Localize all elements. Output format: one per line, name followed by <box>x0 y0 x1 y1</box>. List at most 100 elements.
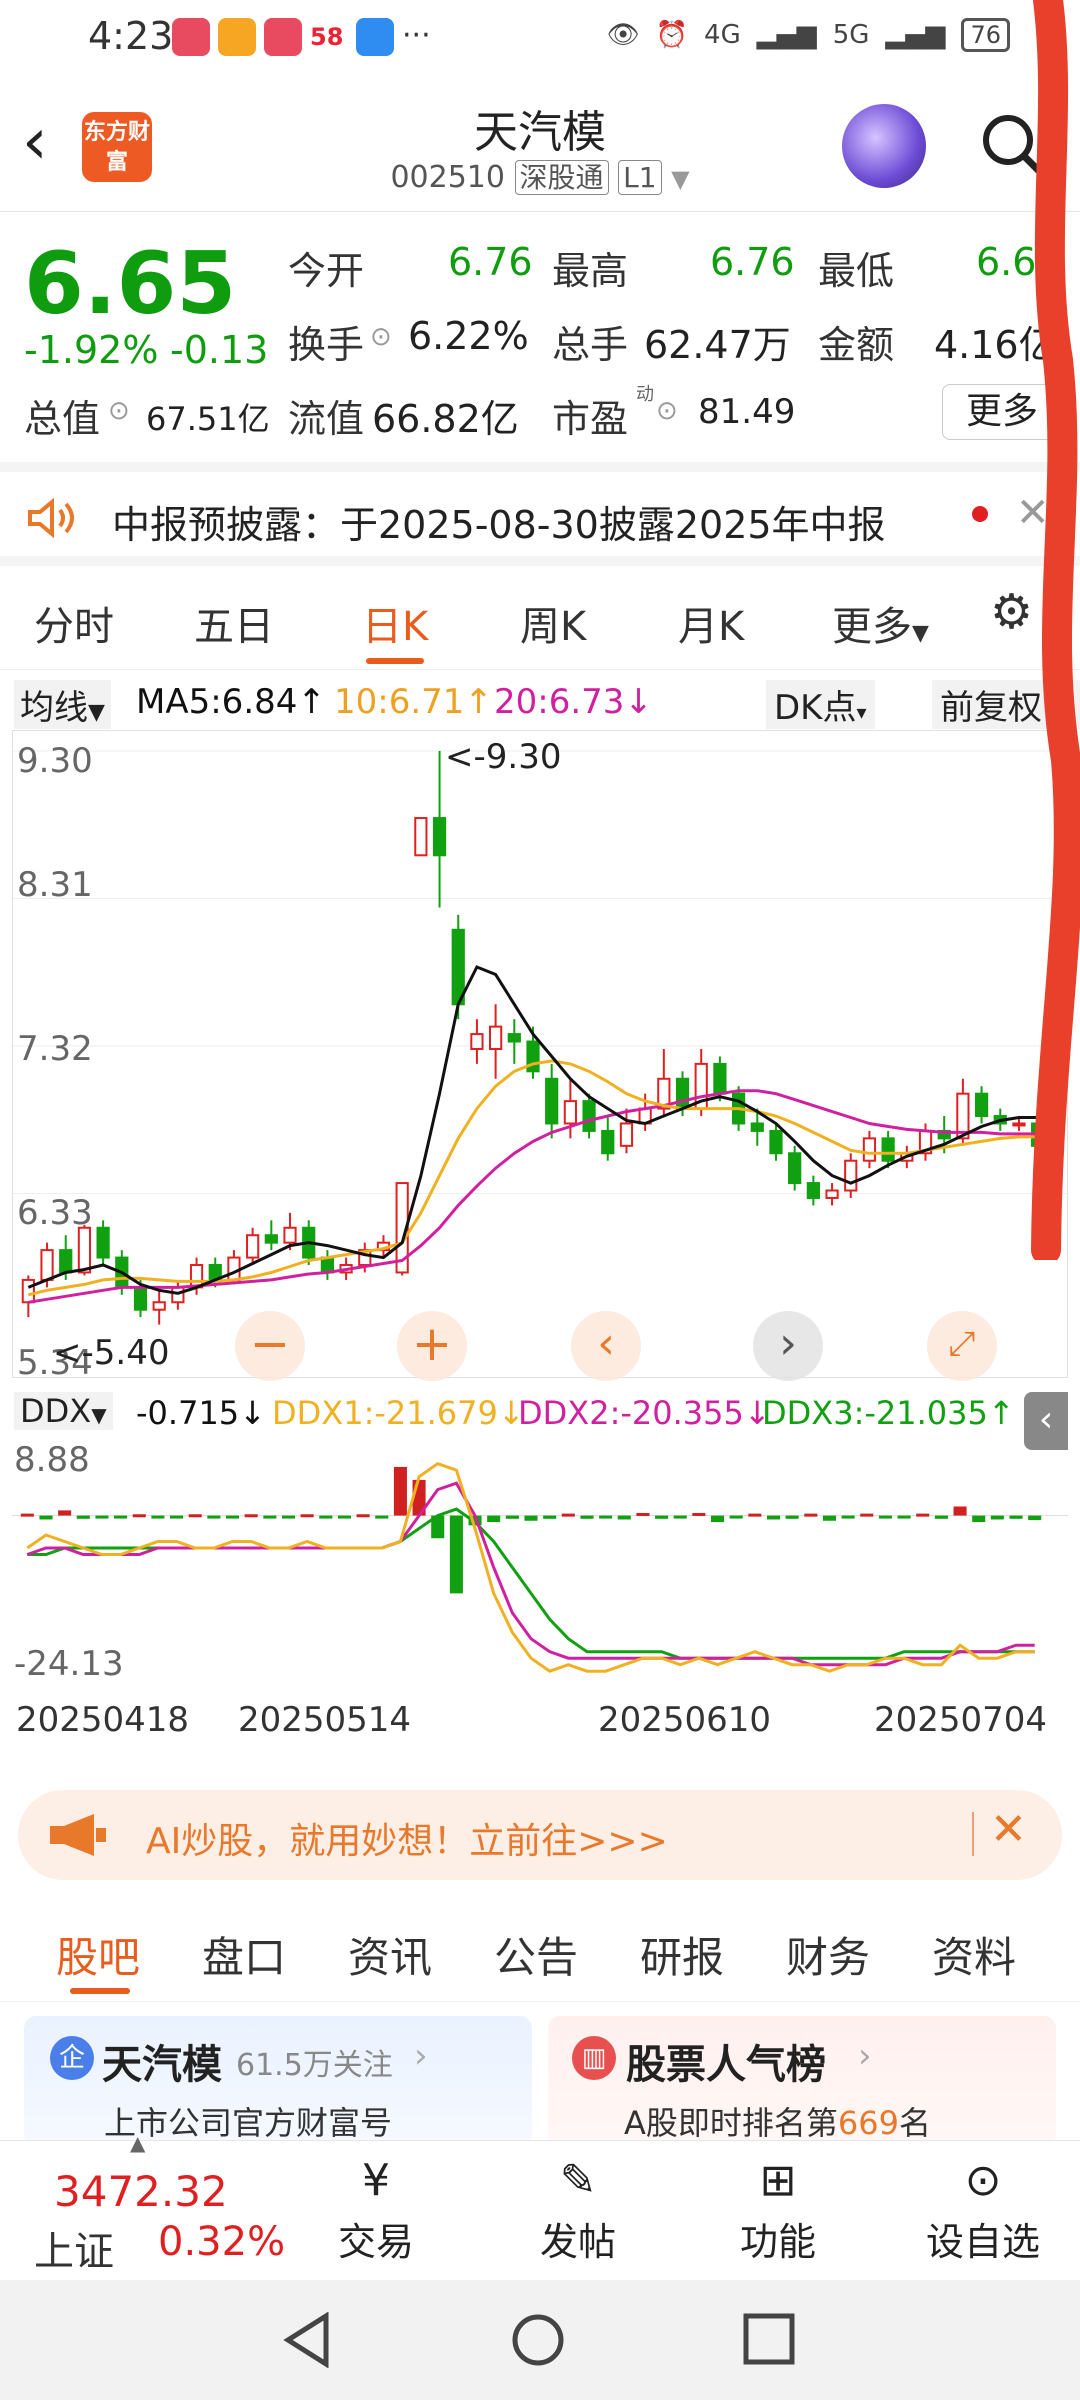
ddx-bar <box>39 1515 53 1520</box>
tab-intraday[interactable]: 分时 <box>34 594 114 652</box>
turnover-label: 换手 <box>288 323 365 367</box>
tab-research[interactable]: 研报 <box>640 1924 724 1985</box>
close-icon[interactable]: ✕ <box>990 1804 1027 1855</box>
ddx-bar <box>766 1515 781 1520</box>
current-price: 6.65 <box>24 234 237 334</box>
ddx-bottom-label: -24.13 <box>14 1644 124 1684</box>
app-58-icon: 58 <box>310 18 348 56</box>
candle-body <box>601 1129 615 1155</box>
alarm-icon: ⏰ <box>655 20 689 50</box>
popularity-card[interactable]: ▥ 股票人气榜 › A股即时排名第669名 <box>548 2016 1056 2146</box>
tab-news[interactable]: 资讯 <box>348 1924 432 1985</box>
fullscreen-icon[interactable]: ⤢ <box>927 1311 997 1381</box>
ddx-bar <box>20 1513 34 1517</box>
ma20-line <box>28 1089 1038 1304</box>
ddx-bar <box>990 1515 1004 1520</box>
info-icon[interactable]: ⊙ <box>656 396 678 426</box>
ddx-svg <box>12 1462 1068 1673</box>
rank-text: A股即时排名第669名 <box>624 2098 931 2144</box>
scroll-left-icon[interactable]: ‹ <box>571 1311 641 1381</box>
y-label: 9.30 <box>17 741 93 781</box>
ddx-bar <box>655 1515 669 1519</box>
ddx-bar <box>207 1515 221 1519</box>
chevron-right-icon: › <box>414 2036 428 2076</box>
status-right: 👁 ⏰ 4G ▂▄▆ 5G ▂▄▆ 76 <box>607 18 1010 52</box>
candle-body <box>59 1249 73 1274</box>
tab-daily-k[interactable]: 日K <box>362 594 428 652</box>
ai-banner[interactable]: AI炒股，就用妙想！立前往>>> ✕ <box>18 1790 1062 1880</box>
kline-chart[interactable]: 9.30 8.31 7.32 6.33 5.34 <-9.30 <-5.40 −… <box>12 730 1068 1383</box>
rank-suffix: 名 <box>898 2104 931 2142</box>
candle-body <box>96 1226 110 1259</box>
ddx-bar <box>1028 1515 1042 1521</box>
nav-back-icon[interactable] <box>282 2312 332 2368</box>
robot-avatar[interactable] <box>842 104 926 188</box>
level-tag: L1 <box>618 160 662 195</box>
index-ticker[interactable]: ▲ 3472.32 上证 0.32% <box>0 2131 290 2281</box>
market-tag: 深股通 <box>514 160 609 195</box>
ma-type-select[interactable]: 均线▼ <box>14 680 111 729</box>
tab-weekly-k[interactable]: 周K <box>520 594 586 652</box>
info-icon[interactable]: ⊙ <box>108 396 130 426</box>
function-button[interactable]: ⊞ 功能 <box>718 2151 838 2271</box>
tab-pankou[interactable]: 盘口 <box>202 1924 286 1985</box>
indicator-select[interactable]: DDX▼ <box>14 1392 113 1430</box>
function-label: 功能 <box>739 2220 816 2264</box>
signal-5g: 5G <box>832 20 870 50</box>
stock-code: 002510 <box>390 160 505 195</box>
date-label: 20250418 <box>16 1700 190 1740</box>
notice-bar[interactable]: 中报预披露：于2025-08-30披露2025年中报 ✕ <box>0 462 1080 566</box>
tab-more-label: 更多 <box>832 604 912 650</box>
float-value: 66.82亿 <box>372 397 519 441</box>
tab-five-day[interactable]: 五日 <box>194 594 274 652</box>
ddx-bar <box>524 1515 538 1521</box>
ddx1-value: DDX1:-21.679↓ <box>272 1394 525 1432</box>
candle-body <box>264 1234 278 1244</box>
trade-button[interactable]: ¥ 交易 <box>316 2151 436 2271</box>
company-card-subtitle: 上市公司官方财富号 <box>104 2104 393 2142</box>
ddx-bar <box>132 1514 146 1518</box>
app-notification-icon <box>218 18 256 56</box>
post-button[interactable]: ✎ 发帖 <box>518 2151 638 2271</box>
pe-superscript: 动 <box>636 384 654 405</box>
ddx-bar <box>449 1515 463 1594</box>
system-nav-bar <box>0 2280 1080 2400</box>
info-icon[interactable]: ⊙ <box>370 322 392 352</box>
ddx-bar <box>319 1515 333 1519</box>
tab-profile[interactable]: 资料 <box>932 1924 1016 1985</box>
tab-more[interactable]: 更多▼ <box>832 594 929 652</box>
ddx-chart[interactable]: 8.88 -24.13 <box>12 1440 1068 1690</box>
content-tabs: 股吧 盘口 资讯 公告 研报 财务 资料 <box>0 1906 1080 2002</box>
ma10-line <box>27 1059 1038 1297</box>
red-marker-stroke <box>1031 0 1080 1260</box>
status-bar: 4:23 58 ··· 👁 ⏰ 4G ▂▄▆ 5G ▂▄▆ 76 <box>0 0 1080 80</box>
ddx2-value: DDX2:-20.355↓ <box>518 1394 771 1432</box>
zoom-in-icon[interactable]: + <box>397 1311 467 1381</box>
candle-body <box>227 1256 241 1281</box>
tab-guba[interactable]: 股吧 <box>56 1924 140 1985</box>
candle-body <box>974 1092 989 1118</box>
high-annotation: <-9.30 <box>445 737 562 777</box>
nav-home-icon[interactable] <box>510 2312 566 2368</box>
dk-point-select[interactable]: DK点▾ <box>766 680 875 729</box>
scroll-right-icon[interactable]: › <box>753 1311 823 1381</box>
kline-svg <box>13 750 1067 1325</box>
turnover-value: 6.22% <box>408 314 529 358</box>
add-watchlist-button[interactable]: ⊙ 设自选 <box>908 2151 1058 2271</box>
tab-announcement[interactable]: 公告 <box>494 1924 578 1985</box>
signal-icon: ▂▄▆ <box>885 20 946 50</box>
tab-monthly-k[interactable]: 月K <box>678 594 744 652</box>
status-time: 4:23 <box>88 14 174 58</box>
company-card[interactable]: 企 天汽模 61.5万关注 › 上市公司官方财富号 <box>24 2016 532 2146</box>
nav-recents-icon[interactable] <box>742 2312 796 2366</box>
ddx2-line <box>26 1481 1035 1667</box>
ddx-bar <box>95 1515 109 1519</box>
high-label: 最高 <box>552 249 629 293</box>
dropdown-icon: ▼ <box>91 1403 107 1427</box>
weather-icon <box>356 18 394 56</box>
tab-finance[interactable]: 财务 <box>786 1924 870 1985</box>
ddx-value: -0.715↓ <box>136 1394 266 1432</box>
candle-body <box>489 1025 503 1050</box>
candle-body <box>40 1249 54 1281</box>
zoom-out-icon[interactable]: − <box>235 1311 305 1381</box>
